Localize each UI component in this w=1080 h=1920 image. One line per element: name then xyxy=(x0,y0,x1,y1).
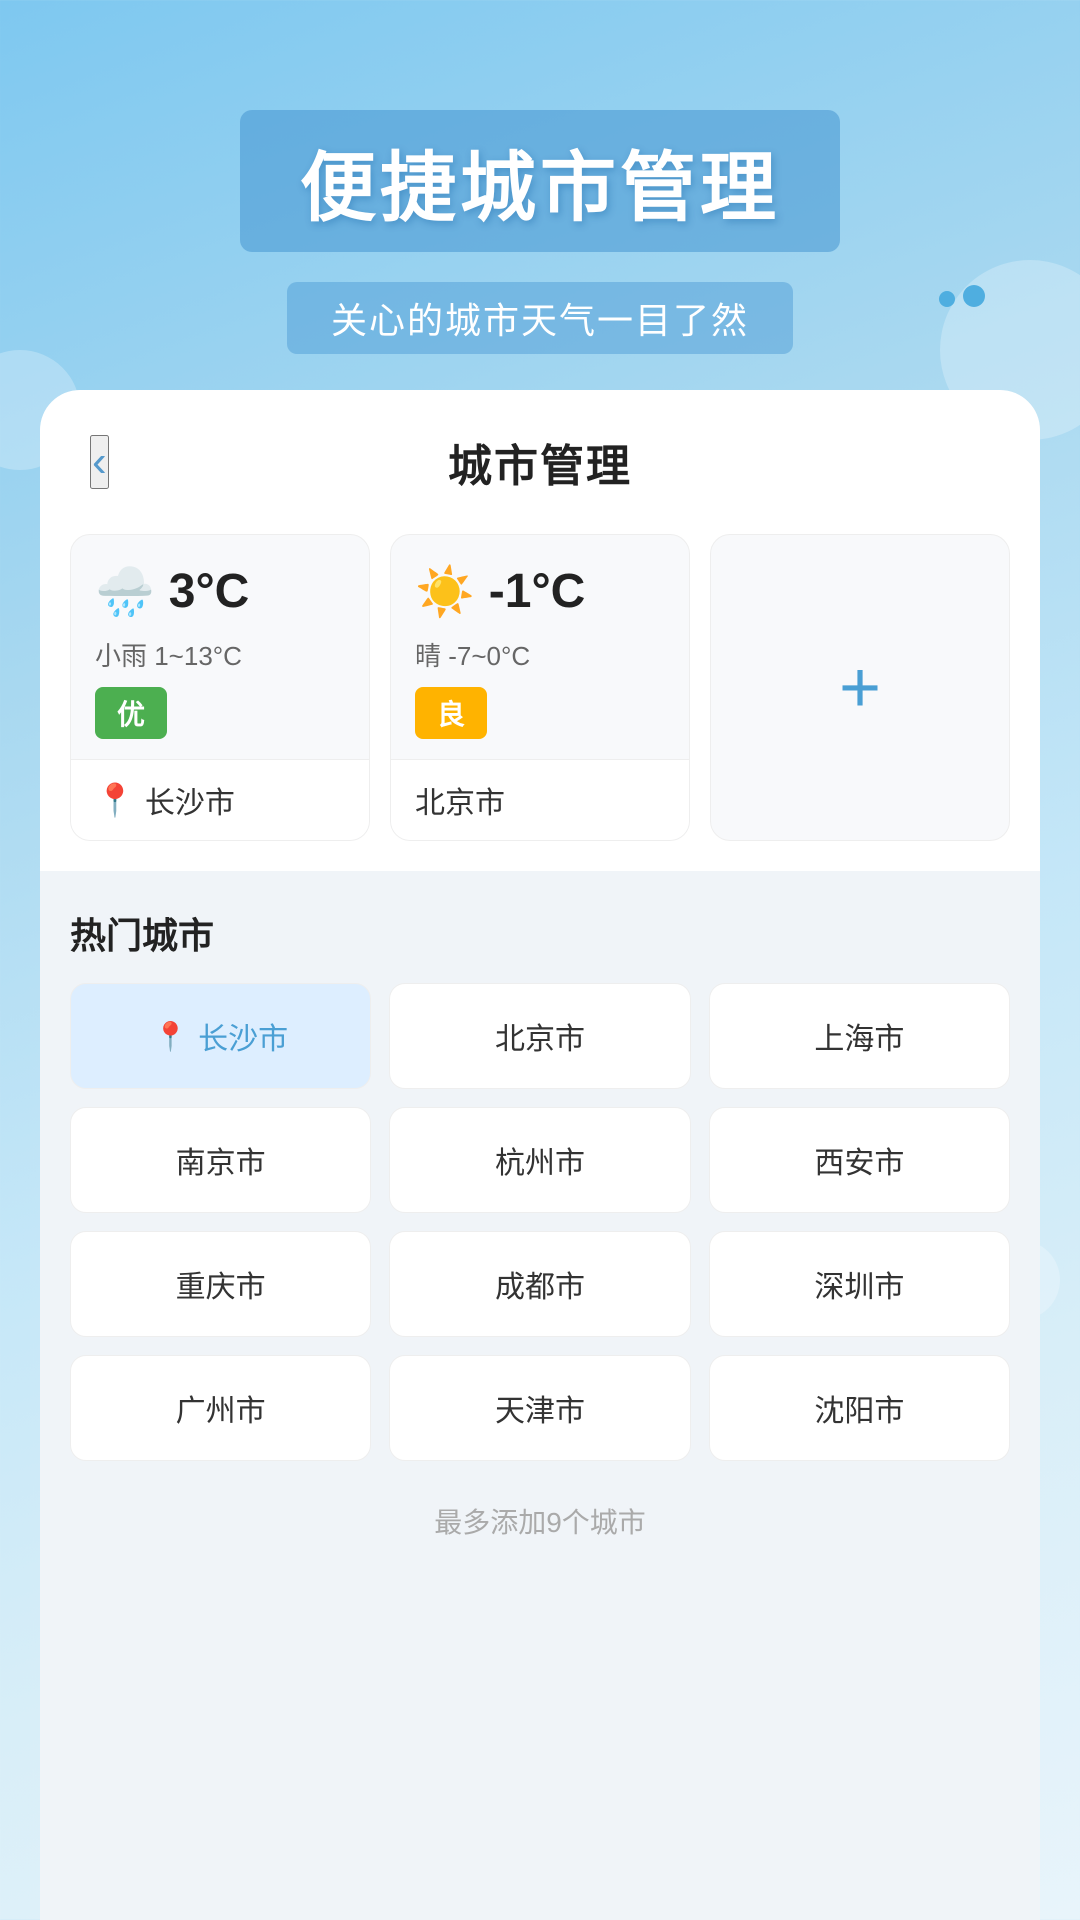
city-grid: 📍 长沙市 北京市 上海市 南京市 杭州市 西安市 重庆市 xyxy=(70,983,1010,1461)
city-item-label-8: 成都市 xyxy=(495,1262,585,1306)
city-item-tianjin[interactable]: 天津市 xyxy=(389,1355,690,1461)
hot-cities-section: 热门城市 📍 长沙市 北京市 上海市 南京市 杭州市 西安市 xyxy=(40,871,1040,1481)
city-item-chengdu[interactable]: 成都市 xyxy=(389,1231,690,1337)
temp-row-2: ☀️ -1°C xyxy=(415,563,665,620)
weather-temp-2: -1°C xyxy=(489,564,586,619)
city-label-1: 长沙市 xyxy=(145,778,235,822)
city-item-guangzhou[interactable]: 广州市 xyxy=(70,1355,371,1461)
city-item-chongqing[interactable]: 重庆市 xyxy=(70,1231,371,1337)
weather-card-beijing[interactable]: ☀️ -1°C 晴 -7~0°C 良 北京市 xyxy=(390,534,690,841)
city-item-shanghai[interactable]: 上海市 xyxy=(709,983,1010,1089)
city-item-hangzhou[interactable]: 杭州市 xyxy=(389,1107,690,1213)
back-button[interactable]: ‹ xyxy=(90,435,109,489)
weather-icon-2: ☀️ xyxy=(415,563,475,620)
location-icon-1: 📍 xyxy=(95,781,135,819)
city-item-label-5: 杭州市 xyxy=(495,1138,585,1182)
footer-note: 最多添加9个城市 xyxy=(40,1481,1040,1561)
weather-card-top-1: 🌧️ 3°C 小雨 1~13°C 优 xyxy=(71,535,369,759)
title-background: 便捷城市管理 xyxy=(240,110,840,252)
quality-badge-1: 优 xyxy=(95,687,167,739)
weather-icon-1: 🌧️ xyxy=(95,563,155,620)
city-item-label-2: 北京市 xyxy=(495,1014,585,1058)
city-item-nanjing[interactable]: 南京市 xyxy=(70,1107,371,1213)
weather-card-top-2: ☀️ -1°C 晴 -7~0°C 良 xyxy=(391,535,689,759)
weather-desc-2: 晴 -7~0°C xyxy=(415,636,665,673)
weather-temp-1: 3°C xyxy=(169,564,250,619)
weather-desc-1: 小雨 1~13°C xyxy=(95,636,345,673)
add-city-card[interactable]: + xyxy=(710,534,1010,841)
weather-card-bottom-2: 北京市 xyxy=(391,759,689,840)
subtitle-background: 关心的城市天气一目了然 xyxy=(287,282,793,354)
city-label-2: 北京市 xyxy=(415,778,505,822)
city-item-label-7: 重庆市 xyxy=(176,1262,266,1306)
page-header: 便捷城市管理 关心的城市天气一目了然 xyxy=(0,0,1080,394)
city-item-label-4: 南京市 xyxy=(176,1138,266,1182)
city-item-label-9: 深圳市 xyxy=(814,1262,904,1306)
city-item-changsha[interactable]: 📍 长沙市 xyxy=(70,983,371,1089)
main-card: ‹ 城市管理 🌧️ 3°C 小雨 1~13°C 优 📍 长沙市 xyxy=(40,390,1040,1920)
temp-row-1: 🌧️ 3°C xyxy=(95,563,345,620)
city-item-label-10: 广州市 xyxy=(176,1386,266,1430)
add-icon: + xyxy=(839,652,881,724)
city-item-label-11: 天津市 xyxy=(495,1386,585,1430)
city-item-label-12: 沈阳市 xyxy=(814,1386,904,1430)
city-item-label-3: 上海市 xyxy=(814,1014,904,1058)
weather-card-bottom-1: 📍 长沙市 xyxy=(71,759,369,840)
city-item-xian[interactable]: 西安市 xyxy=(709,1107,1010,1213)
page-subtitle: 关心的城市天气一目了然 xyxy=(331,292,749,344)
card-title: 城市管理 xyxy=(448,430,632,494)
city-item-shenzhen[interactable]: 深圳市 xyxy=(709,1231,1010,1337)
location-pin-icon: 📍 xyxy=(153,1020,188,1053)
city-item-label-6: 西安市 xyxy=(814,1138,904,1182)
card-header: ‹ 城市管理 xyxy=(40,390,1040,524)
city-item-beijing[interactable]: 北京市 xyxy=(389,983,690,1089)
quality-badge-2: 良 xyxy=(415,687,487,739)
weather-card-changsha[interactable]: 🌧️ 3°C 小雨 1~13°C 优 📍 长沙市 xyxy=(70,534,370,841)
city-item-label-1: 长沙市 xyxy=(198,1014,288,1058)
weather-section: 🌧️ 3°C 小雨 1~13°C 优 📍 长沙市 ☀️ -1°C 晴 -7~0°… xyxy=(40,524,1040,871)
page-title: 便捷城市管理 xyxy=(300,126,780,236)
city-item-shenyang[interactable]: 沈阳市 xyxy=(709,1355,1010,1461)
section-title: 热门城市 xyxy=(70,907,1010,959)
